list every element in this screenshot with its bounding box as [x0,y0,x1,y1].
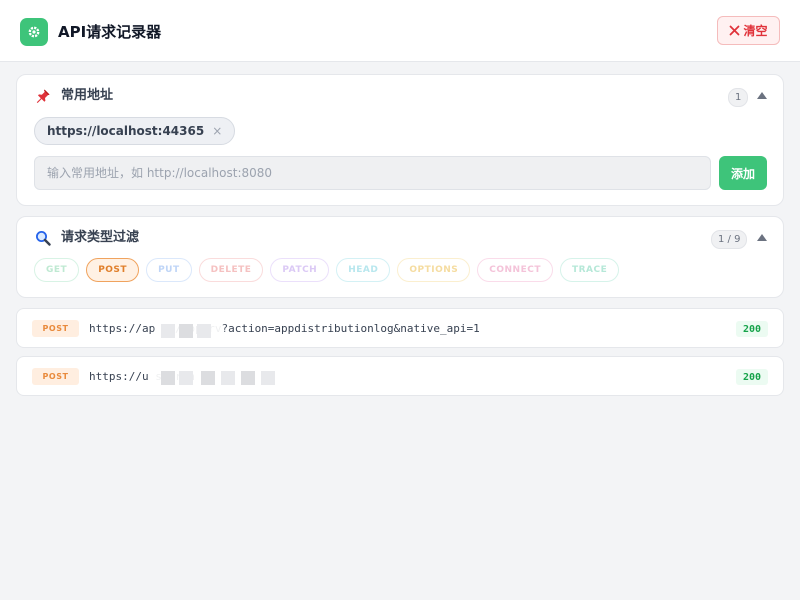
method-filter-title: 请求类型过滤 [61,230,140,245]
filter-chip-connect[interactable]: CONNECT [477,258,553,282]
add-address-button[interactable]: 添加 [719,156,767,190]
favorite-address-label: https://localhost:44365 [47,124,205,138]
filter-chip-get[interactable]: GET [34,258,80,282]
filter-chip-head[interactable]: HEAD [336,258,391,282]
status-badge: 200 [736,369,768,385]
favorite-address-chip[interactable]: https://localhost:44365 × [34,117,236,145]
filter-chip-options[interactable]: OPTIONS [397,258,471,282]
clear-button-label: 清空 [743,24,768,38]
request-method-badge: POST [32,320,79,337]
method-filter-chips: GET POST PUT DELETE PATCH HEAD OPTIONS C… [34,258,620,282]
magnifier-icon [36,231,51,246]
collapse-icon[interactable] [757,234,767,241]
collapse-icon[interactable] [757,92,767,99]
favorites-panel: 常用地址 1 https://localhost:44365 × 添加 [16,74,784,206]
request-row[interactable]: POST https://ap om/appsrv?action=appdist… [16,308,784,348]
address-input[interactable] [34,156,711,190]
close-icon [730,25,740,36]
request-row[interactable]: POST https://u search 200 [16,356,784,396]
redacted-region [151,365,291,389]
favorites-count-badge: 1 [728,88,749,107]
favorites-panel-header[interactable]: 常用地址 1 [17,75,783,117]
gear-icon [28,26,40,38]
status-badge: 200 [736,321,768,337]
remove-address-icon[interactable]: × [212,124,222,138]
redacted-region [157,318,223,342]
method-filter-panel: 请求类型过滤 1 / 9 GET POST PUT DELETE PATCH H… [16,216,784,298]
filter-chip-patch[interactable]: PATCH [270,258,330,282]
clear-button[interactable]: 清空 [717,16,780,45]
request-method-badge: POST [32,368,79,385]
app-header: API请求记录器 清空 [0,0,800,62]
favorites-title: 常用地址 [61,88,114,103]
request-url: https://ap om/appsrv?action=appdistribut… [89,322,480,335]
filter-chip-put[interactable]: PUT [146,258,192,282]
filter-chip-trace[interactable]: TRACE [559,258,620,282]
app-logo [20,18,48,46]
app-title: API请求记录器 [58,23,162,41]
method-filter-count-badge: 1 / 9 [711,230,748,249]
filter-chip-post[interactable]: POST [86,258,140,282]
pushpin-icon [36,89,50,103]
method-filter-header[interactable]: 请求类型过滤 1 / 9 [17,217,783,259]
filter-chip-delete[interactable]: DELETE [198,258,264,282]
